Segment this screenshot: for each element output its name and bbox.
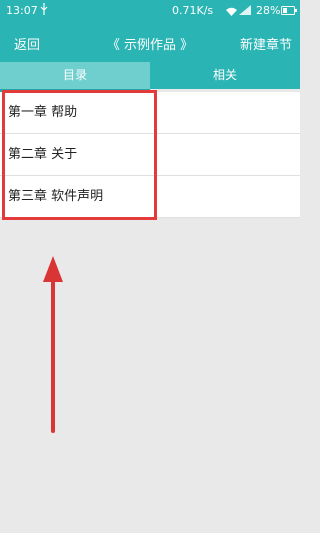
signal-icon	[239, 5, 251, 18]
usb-icon	[40, 3, 48, 18]
tab-bar: 目录 相关	[0, 62, 300, 89]
annotation-arrow-icon	[42, 256, 64, 438]
network-speed: 0.71K/s	[172, 4, 214, 17]
status-time: 13:07	[6, 4, 38, 17]
tab-related[interactable]: 相关	[150, 62, 300, 89]
title-bar: 返回 《 示例作品 》 新建章节	[0, 20, 300, 62]
battery-percent: 28%	[256, 4, 281, 17]
back-button[interactable]: 返回	[14, 34, 40, 53]
new-chapter-button[interactable]: 新建章节	[240, 34, 292, 53]
status-bar: 13:07 0.71K/s 28%	[0, 0, 300, 20]
tab-catalog[interactable]: 目录	[0, 62, 150, 89]
page-title: 《 示例作品 》	[106, 38, 194, 53]
battery-icon	[281, 5, 297, 18]
annotation-highlight-box	[2, 90, 157, 220]
wifi-icon	[226, 6, 237, 19]
